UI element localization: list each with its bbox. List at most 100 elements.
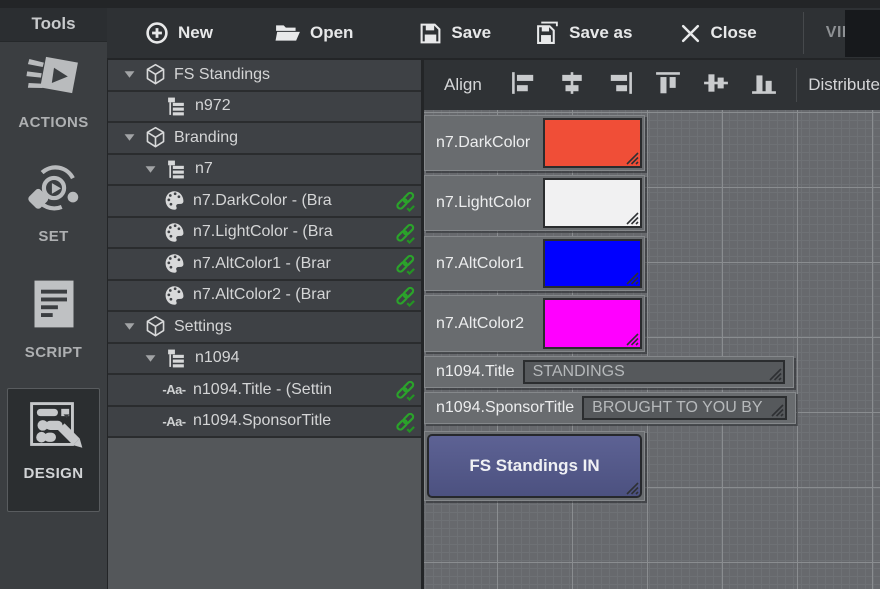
save-label: Save <box>451 23 491 43</box>
align-bottom-icon <box>751 71 777 100</box>
align-top-button[interactable] <box>644 67 692 103</box>
align-bottom-button[interactable] <box>740 67 788 103</box>
floppy-copy-icon <box>535 21 560 45</box>
tree-row-settings[interactable]: Settings <box>108 312 421 344</box>
align-label: Align <box>444 75 482 95</box>
sidebar-item-script[interactable]: SCRIPT <box>0 276 107 361</box>
main-toolbar: NewOpenSaveSave asClose VIEWS <box>107 8 880 58</box>
text-input[interactable]: STANDINGS <box>523 360 785 384</box>
align-top-icon <box>655 71 681 100</box>
color-swatch[interactable] <box>543 118 642 168</box>
tools-header: Tools <box>0 8 107 42</box>
tree-row-n972[interactable]: n972 <box>108 92 421 124</box>
design-canvas[interactable]: n7.DarkColor n7.LightColor n7.AltColor1n7.… <box>424 110 880 589</box>
save-as-button[interactable]: Save as <box>535 21 632 45</box>
tree-row-n7-altcolor2-brar[interactable]: n7.AltColor2 - (Brar <box>108 281 421 313</box>
widget-n1094-sponsortitle: n1094.SponsorTitleBROUGHT TO YOU BY <box>424 392 796 424</box>
tree-row-label: n7.LightColor - (Bra <box>193 223 333 241</box>
widget-n7-darkcolor: n7.DarkColor <box>424 115 645 171</box>
sidebar-top-strip <box>0 0 107 8</box>
expander-icon[interactable] <box>115 322 143 331</box>
tree-row-label: n7.DarkColor - (Bra <box>193 192 332 210</box>
align-right-button[interactable] <box>596 67 644 103</box>
tree-row-n1094[interactable]: n1094 <box>108 344 421 376</box>
color-swatch[interactable] <box>543 298 642 349</box>
sidebar-item-set[interactable]: SET <box>0 160 107 245</box>
close-button[interactable]: Close <box>680 23 756 44</box>
tree-row-branding[interactable]: Branding <box>108 123 421 155</box>
widget-n7-lightcolor: n7.LightColor <box>424 175 645 231</box>
text-input[interactable]: BROUGHT TO YOU BY <box>582 396 787 420</box>
resize-handle[interactable] <box>624 480 639 495</box>
tree-row-n7[interactable]: n7 <box>108 155 421 187</box>
sidebar-item-actions[interactable]: ACTIONS <box>0 46 107 131</box>
main-area: FS Standings n972Branding n7 n7.DarkColor -… <box>107 58 880 589</box>
expander-icon[interactable] <box>115 133 143 142</box>
color-swatch[interactable] <box>543 178 642 228</box>
widget-label: n7.LightColor <box>425 194 531 212</box>
expander-icon[interactable] <box>136 165 164 174</box>
align-center-horizontal-button[interactable] <box>548 67 596 103</box>
align-toolbar: Align Distribute <box>424 60 880 110</box>
sidebar-item-label: DESIGN <box>8 465 99 482</box>
cube-icon <box>143 126 167 149</box>
tree-row-fs-standings[interactable]: FS Standings <box>108 60 421 92</box>
text-field-icon: -Aa- <box>162 382 186 397</box>
tree-row-n1094-sponsortitle[interactable]: -Aa-n1094.SponsorTitle <box>108 407 421 439</box>
tree-row-label: n7.AltColor2 - (Brar <box>193 286 331 304</box>
resize-handle[interactable] <box>624 270 639 285</box>
close-icon <box>680 23 701 44</box>
design-pane: Align Distribute n7.DarkColor n7.LightCol… <box>424 60 880 589</box>
tree-row-n7-darkcolor-bra[interactable]: n7.DarkColor - (Bra <box>108 186 421 218</box>
widget-n7-altcolor1: n7.AltColor1 <box>424 236 645 291</box>
resize-handle[interactable] <box>769 402 784 417</box>
link-icon <box>394 285 417 313</box>
align-left-icon <box>511 71 537 100</box>
script-icon <box>0 276 107 338</box>
widget-n7-altcolor2: n7.AltColor2 <box>424 295 645 352</box>
tree-row-label: n1094.Title - (Settin <box>193 381 332 399</box>
text-field-icon: -Aa- <box>162 414 186 429</box>
resize-handle[interactable] <box>624 210 639 225</box>
tree-row-label: n7 <box>195 160 213 178</box>
tree-row-label: n1094.SponsorTitle <box>193 412 331 430</box>
tree-row-n7-altcolor1-brar[interactable]: n7.AltColor1 - (Brar <box>108 249 421 281</box>
link-icon <box>394 190 417 218</box>
palette-icon <box>162 190 186 211</box>
align-left-button[interactable] <box>500 67 548 103</box>
plus-circle-icon <box>145 21 169 45</box>
color-swatch[interactable] <box>543 239 642 288</box>
tree-row-label: n1094 <box>195 349 240 367</box>
cube-icon <box>143 315 167 338</box>
resize-handle[interactable] <box>767 366 782 381</box>
new-button[interactable]: New <box>145 21 213 45</box>
align-middle-vertical-button[interactable] <box>692 67 740 103</box>
play-button[interactable]: FS Standings IN <box>427 434 642 498</box>
tree-node-icon <box>164 96 188 117</box>
sidebar-item-design[interactable]: DESIGN <box>7 388 100 512</box>
distribute-label: Distribute <box>808 75 880 95</box>
tree-row-n1094-title-settin[interactable]: -Aa-n1094.Title - (Settin <box>108 375 421 407</box>
widget-n1094-title: n1094.TitleSTANDINGS <box>424 356 794 388</box>
resize-handle[interactable] <box>624 331 639 346</box>
palette-icon <box>162 253 186 274</box>
sidebar-item-label: SCRIPT <box>0 344 107 361</box>
palette-icon <box>162 285 186 306</box>
tools-sidebar: Tools ACTIONS SET SCRIPT DESIGN <box>0 0 107 589</box>
set-icon <box>0 160 107 222</box>
resize-handle[interactable] <box>624 150 639 165</box>
tree-row-label: FS Standings <box>174 66 270 84</box>
open-button[interactable]: Open <box>275 22 353 44</box>
widget-fs-standings-in: FS Standings IN <box>424 431 645 501</box>
align-right-icon <box>607 71 633 100</box>
expander-icon[interactable] <box>115 70 143 79</box>
save-button[interactable]: Save <box>419 22 491 45</box>
tree-row-label: Settings <box>174 318 232 336</box>
open-label: Open <box>310 23 353 43</box>
toolbar-separator <box>803 12 804 54</box>
tree-row-n7-lightcolor-bra[interactable]: n7.LightColor - (Bra <box>108 218 421 250</box>
views-panel[interactable] <box>845 10 880 57</box>
expander-icon[interactable] <box>136 354 164 363</box>
sidebar-item-label: SET <box>0 228 107 245</box>
tree-node-icon <box>164 348 188 369</box>
